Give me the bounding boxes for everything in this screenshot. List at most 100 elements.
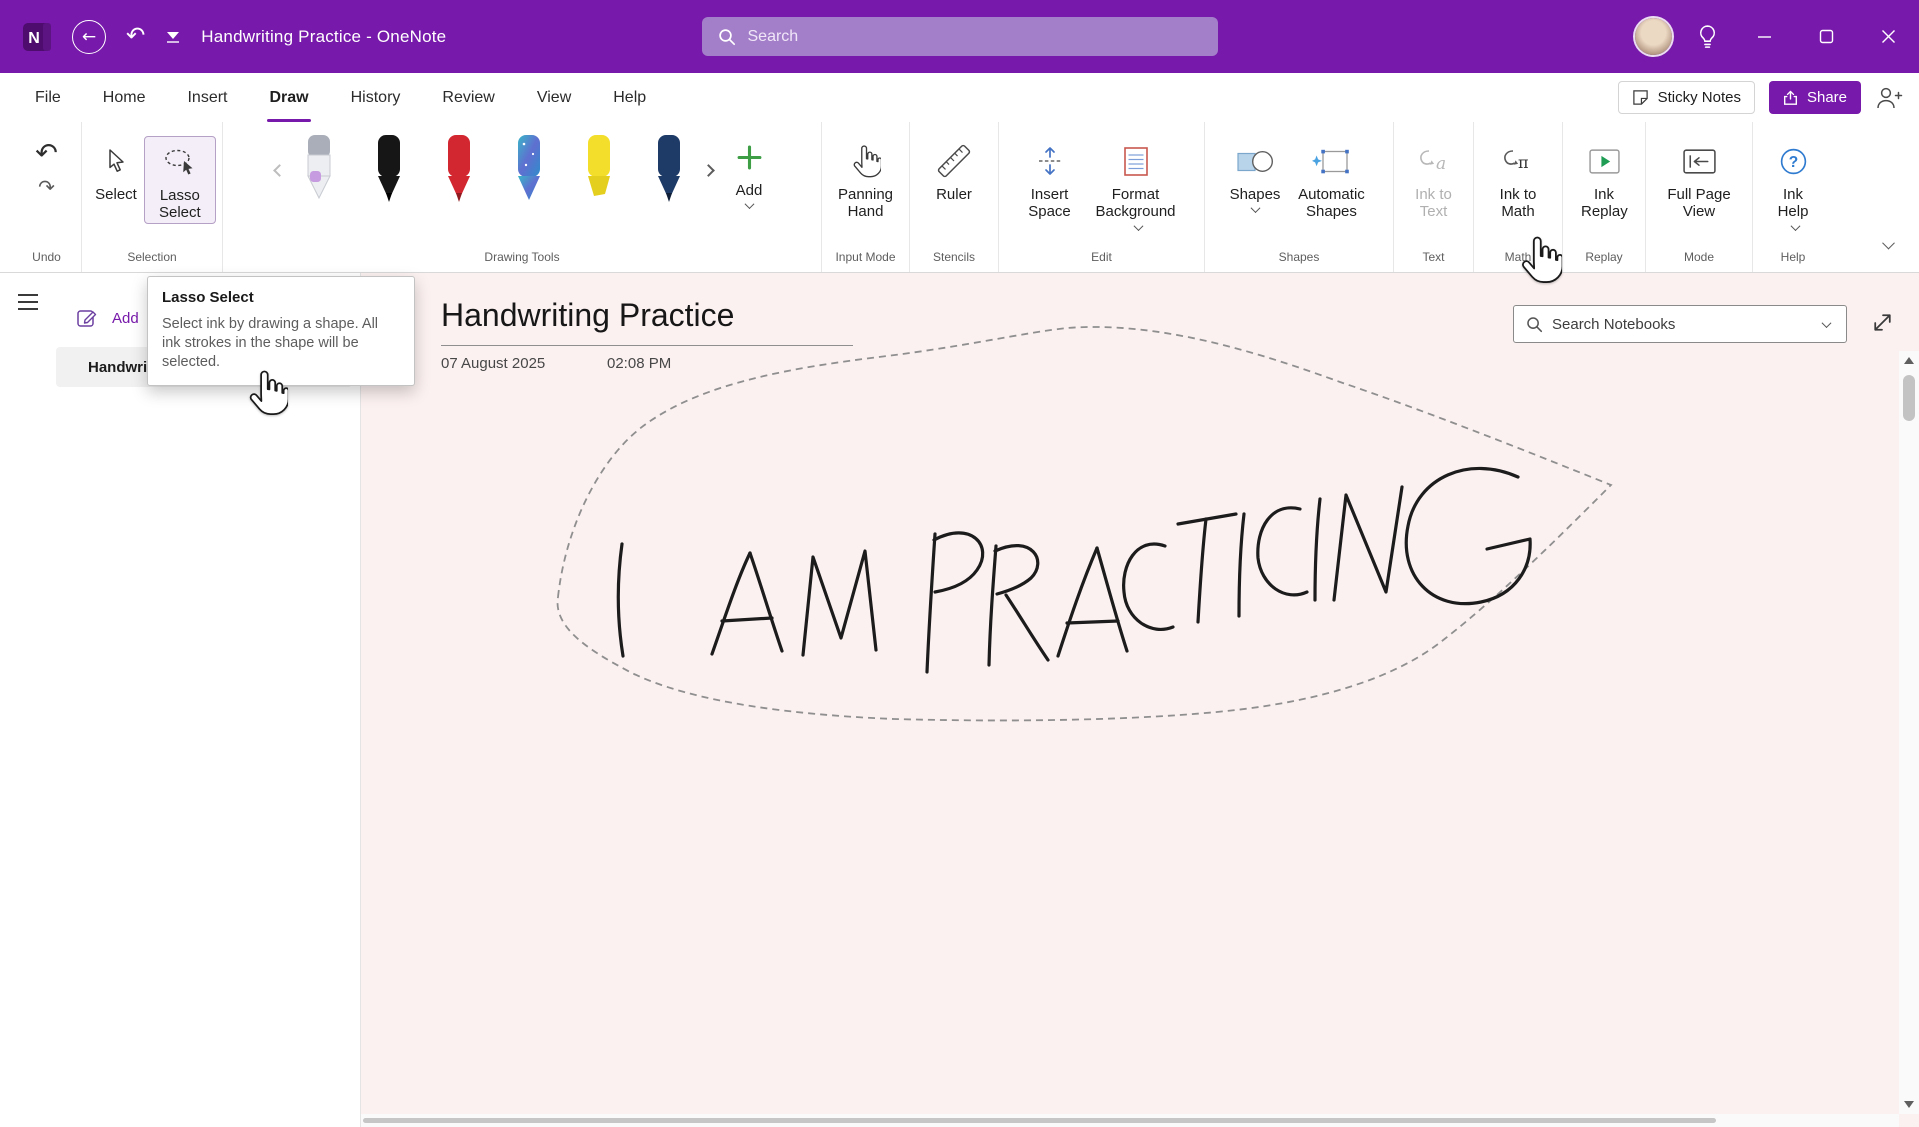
scroll-down-arrow[interactable] [1904,1101,1914,1108]
pen-eraser[interactable] [297,132,341,211]
tab-review[interactable]: Review [421,73,515,122]
collapse-ribbon-chevron-icon[interactable] [1882,237,1895,250]
format-background-icon [1122,145,1150,178]
format-background-button[interactable]: Format Background [1084,136,1188,239]
group-label-selection: Selection [82,250,222,264]
red-pen-icon [437,132,481,206]
panning-hand-button[interactable]: Panning Hand [828,136,904,222]
page-title[interactable]: Handwriting Practice [441,297,734,334]
add-plus-icon [736,144,763,171]
title-underline [441,345,853,346]
titlebar-search-box[interactable] [702,17,1218,56]
share-label: Share [1807,89,1847,106]
pen-dark-blue[interactable] [647,132,691,211]
lightbulb-icon[interactable] [1696,24,1719,49]
maximize-button[interactable] [1795,0,1857,73]
sticky-note-icon [1632,89,1649,106]
lasso-select-icon [164,148,196,176]
close-icon [1881,29,1896,44]
minimize-button[interactable] [1733,0,1795,73]
sticky-notes-label: Sticky Notes [1658,89,1741,106]
pen-scroll-right-icon[interactable] [702,164,715,177]
ink-help-icon: ? [1778,146,1809,177]
back-button[interactable]: ← [72,20,106,54]
titlebar-undo-icon[interactable]: ↶ [126,25,145,48]
note-canvas[interactable]: Handwriting Practice 07 August 2025 02:0… [361,273,1919,1127]
ink-to-math-button[interactable]: π Ink to Math [1488,136,1548,222]
tab-view[interactable]: View [516,73,592,122]
ink-to-text-icon: a [1417,146,1451,176]
ink-replay-button[interactable]: Ink Replay [1574,136,1634,222]
ribbon-group-edit: Insert Space Format Background [999,122,1205,272]
tab-help[interactable]: Help [592,73,667,122]
select-cursor-icon [104,148,128,175]
pen-highlighter-yellow[interactable] [577,132,621,211]
tab-history[interactable]: History [330,73,422,122]
add-pen-button[interactable]: Add [729,132,770,211]
group-label-input-mode: Input Mode [822,250,909,264]
pen-galaxy[interactable] [507,132,551,211]
contacts-icon[interactable] [1875,85,1903,111]
lasso-select-button[interactable]: Lasso Select [144,136,216,224]
undo-icon[interactable]: ↶ [35,140,58,167]
automatic-shapes-icon [1312,146,1350,177]
ink-to-text-button: a Ink to Text [1404,136,1464,222]
insert-space-button[interactable]: Insert Space [1016,136,1084,222]
ink-help-button[interactable]: ? Ink Help [1765,136,1821,239]
ribbon-group-input-mode: Panning Hand Input Mode [822,122,910,272]
automatic-shapes-label: Automatic Shapes [1298,186,1365,220]
shapes-button[interactable]: Shapes [1223,136,1288,215]
tab-home-label: Home [103,89,146,107]
automatic-shapes-button[interactable]: Automatic Shapes [1287,136,1375,222]
tab-home[interactable]: Home [82,73,167,122]
yellow-highlighter-icon [577,132,621,206]
vertical-scrollbar[interactable] [1899,351,1919,1114]
notebook-search-box[interactable] [1513,305,1847,343]
ribbon-group-replay: Ink Replay Replay [1563,122,1646,272]
tab-view-label: View [537,89,571,107]
notebook-search-input[interactable] [1552,316,1809,333]
search-input[interactable] [748,28,1202,46]
ruler-button[interactable]: Ruler [929,136,979,205]
redo-icon[interactable]: ↷ [38,177,55,197]
avatar[interactable] [1635,18,1672,55]
select-button[interactable]: Select [88,136,144,205]
ribbon-group-undo: ↶ ↷ Undo [12,122,82,272]
onenote-logo-icon: N [22,22,52,52]
tab-draw[interactable]: Draw [248,73,329,122]
sticky-notes-button[interactable]: Sticky Notes [1618,81,1755,114]
group-label-help: Help [1753,250,1833,264]
ribbon-group-help: ? Ink Help Help [1753,122,1833,272]
vertical-scrollbar-thumb[interactable] [1903,375,1915,421]
add-page-label: Add [112,310,139,327]
ribbon-group-mode: Full Page View Mode [1646,122,1753,272]
ribbon-group-text: a Ink to Text Text [1394,122,1474,272]
tab-file[interactable]: File [14,73,82,122]
horizontal-scrollbar-thumb[interactable] [363,1118,1716,1123]
pen-black[interactable] [367,132,411,211]
add-label: Add [736,182,763,199]
galaxy-pen-icon [507,132,551,206]
pen-red[interactable] [437,132,481,211]
scroll-up-arrow[interactable] [1904,357,1914,364]
notebook-search-chevron-icon[interactable] [1822,318,1832,328]
pen-scroll-left-icon[interactable] [273,164,286,177]
expand-pane-icon[interactable] [1869,309,1896,336]
add-page-button[interactable]: Add [76,307,139,329]
horizontal-scrollbar[interactable] [361,1114,1899,1127]
share-button[interactable]: Share [1769,81,1861,114]
share-icon [1783,90,1798,106]
ribbon-group-shapes: Shapes Automatic Shapes [1205,122,1394,272]
ribbon-tabs: File Home Insert Draw History Review Vie… [0,73,667,122]
full-page-view-label: Full Page View [1667,186,1730,220]
tab-insert[interactable]: Insert [166,73,248,122]
full-page-view-button[interactable]: Full Page View [1658,136,1740,222]
hamburger-menu-icon[interactable] [16,291,40,313]
group-label-mode: Mode [1646,250,1752,264]
ink-replay-label: Ink Replay [1581,186,1628,220]
close-button[interactable] [1857,0,1919,73]
svg-text:?: ? [1788,154,1797,171]
pen-dropdown-icon[interactable] [165,29,181,44]
select-label: Select [95,186,137,203]
page-time: 02:08 PM [607,355,671,372]
